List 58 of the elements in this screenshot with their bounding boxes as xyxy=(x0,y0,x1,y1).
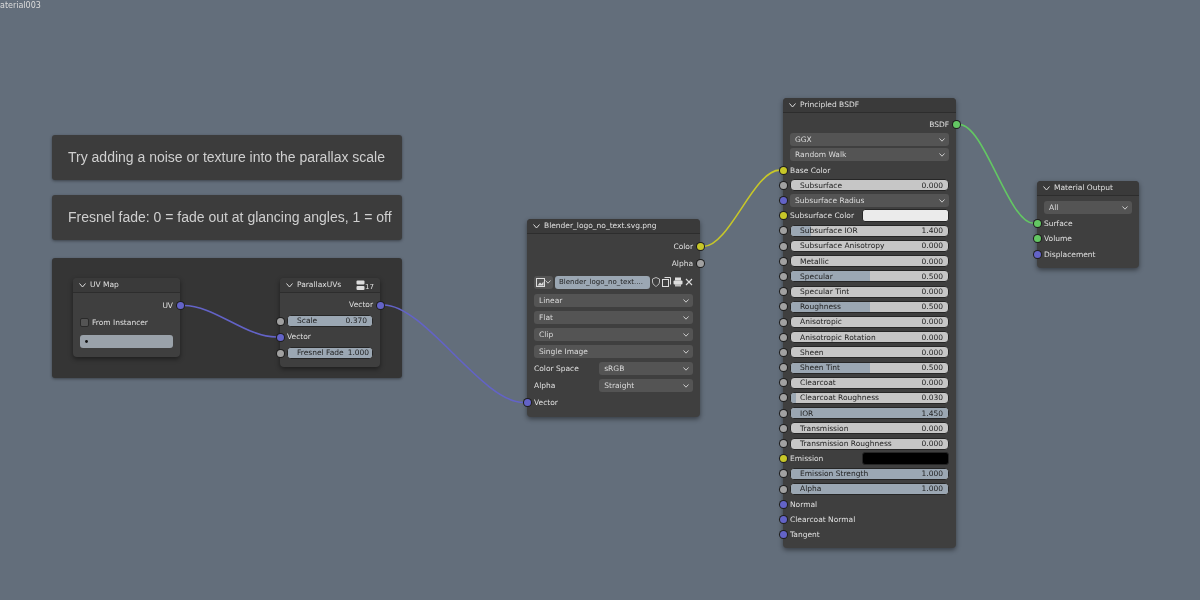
socket[interactable] xyxy=(779,333,787,341)
caret-icon xyxy=(939,152,945,157)
socket[interactable] xyxy=(779,166,787,174)
copy-icon[interactable] xyxy=(662,277,671,287)
collapse-caret-icon[interactable] xyxy=(1043,185,1050,191)
socket[interactable] xyxy=(779,455,787,463)
socket[interactable] xyxy=(779,470,787,478)
color-swatch[interactable] xyxy=(861,209,949,223)
color-swatch[interactable] xyxy=(861,452,949,466)
caret-icon xyxy=(683,315,689,320)
uv-map-field[interactable] xyxy=(80,334,173,348)
socket[interactable] xyxy=(952,121,960,129)
socket[interactable] xyxy=(779,272,787,280)
image-browse-button[interactable] xyxy=(534,275,553,289)
socket[interactable] xyxy=(696,260,704,267)
socket[interactable] xyxy=(779,440,787,448)
shield-icon[interactable] xyxy=(652,277,660,287)
editor-title: aterial003 xyxy=(0,0,41,12)
socket[interactable] xyxy=(779,242,787,250)
socket[interactable] xyxy=(779,364,787,372)
caret-icon xyxy=(683,383,689,388)
caret-icon xyxy=(939,198,945,203)
socket[interactable] xyxy=(779,318,787,326)
image-icon xyxy=(536,277,545,287)
socket[interactable] xyxy=(276,317,284,325)
collapse-caret-icon[interactable] xyxy=(286,282,293,288)
collapse-caret-icon[interactable] xyxy=(79,282,86,288)
socket[interactable] xyxy=(779,257,787,265)
socket[interactable] xyxy=(276,349,284,357)
socket[interactable] xyxy=(779,227,787,235)
caret-icon xyxy=(683,298,689,303)
socket[interactable] xyxy=(779,212,787,220)
socket[interactable] xyxy=(779,424,787,432)
note-frame: Fresnel fade: 0 = fade out at glancing angles, 1 = off xyxy=(52,195,402,240)
caret-icon xyxy=(939,137,945,142)
socket[interactable] xyxy=(779,394,787,402)
socket[interactable] xyxy=(1033,235,1041,243)
socket[interactable] xyxy=(779,288,787,296)
caret-icon xyxy=(545,280,551,284)
socket[interactable] xyxy=(779,181,787,189)
caret-icon xyxy=(683,349,689,354)
socket[interactable] xyxy=(1033,219,1041,227)
dot-icon xyxy=(85,339,88,343)
socket[interactable] xyxy=(779,303,787,311)
close-icon[interactable] xyxy=(685,278,693,286)
caret-icon xyxy=(1122,205,1128,210)
node-group-icon xyxy=(356,279,366,291)
checkbox[interactable] xyxy=(80,318,89,327)
socket[interactable] xyxy=(779,379,787,387)
socket[interactable] xyxy=(779,348,787,356)
note-frame: Try adding a noise or texture into the parallax scale xyxy=(52,135,402,180)
socket[interactable] xyxy=(696,243,704,250)
caret-icon xyxy=(683,366,689,371)
collapse-caret-icon[interactable] xyxy=(533,223,540,229)
caret-icon xyxy=(683,332,689,337)
socket[interactable] xyxy=(779,409,787,417)
socket[interactable] xyxy=(779,485,787,493)
collapse-caret-icon[interactable] xyxy=(789,102,796,108)
